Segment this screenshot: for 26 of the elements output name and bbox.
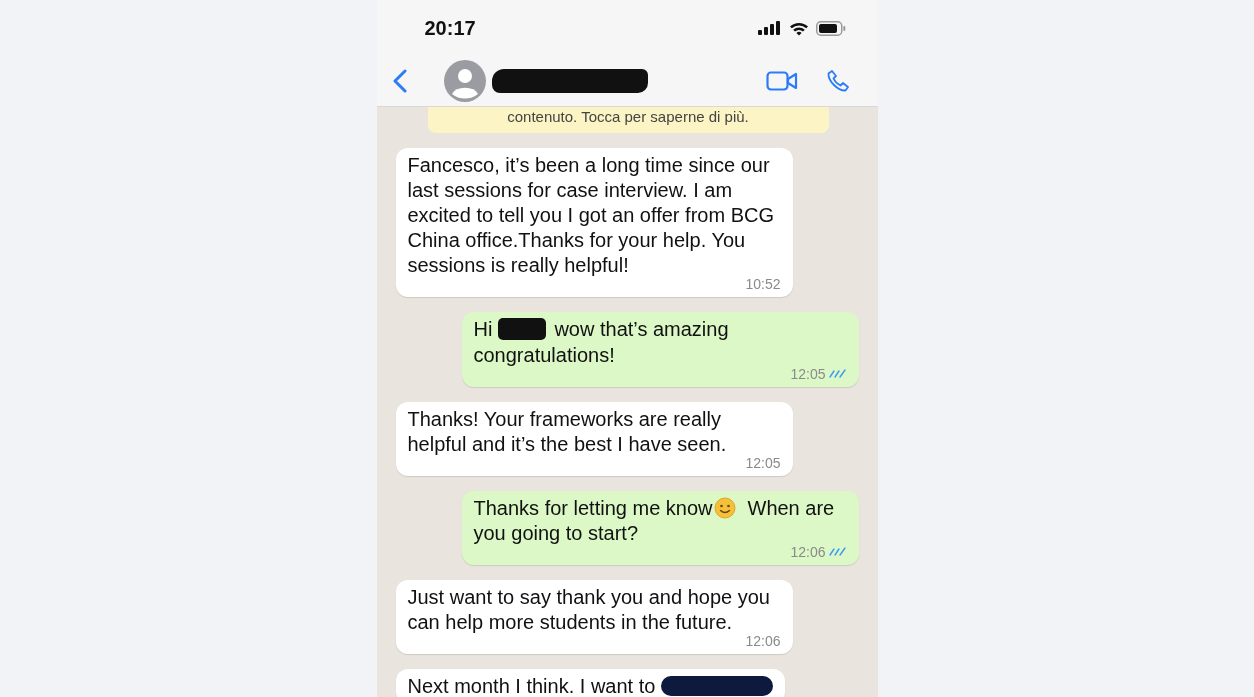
signal-icon — [757, 21, 782, 35]
message-text: congratulations! — [473, 343, 615, 369]
message-text: When are — [747, 496, 835, 522]
message-time: 10:52 — [745, 276, 781, 292]
smiley-icon — [713, 497, 736, 520]
message-time: 12:05 — [745, 455, 781, 472]
message-text: Fancesco, it’s been a long time since our last sessions for case interview. I am excited to tell you I got an offer from BCG China office.Thanks for your help. You sessions is really helpful! — [407, 153, 775, 278]
message-text: Just want to say thank you and hope you can help more students in the future. — [407, 585, 771, 636]
message-text: Thanks! Your frameworks are really helpful and it’s the best I have seen. — [407, 407, 728, 458]
message-text: you going to start? — [473, 521, 639, 547]
message-text: Thanks for letting me know — [473, 496, 713, 522]
battery-icon — [815, 20, 846, 36]
message-time: 12:06 — [745, 633, 781, 650]
avatar-icon[interactable] — [443, 60, 486, 102]
video-call-icon[interactable] — [765, 71, 798, 91]
phone-call-icon[interactable] — [825, 69, 850, 93]
back-icon[interactable] — [392, 69, 407, 93]
status-time: 20:17 — [424, 16, 476, 40]
message-time: 12:06 — [790, 544, 826, 561]
redaction-mark — [498, 318, 547, 341]
security-notice[interactable]: contenuto. Tocca per saperne di più. — [427, 107, 829, 133]
message-text: Next month I think. I want to — [407, 674, 656, 697]
wifi-icon — [788, 20, 809, 36]
message-text: Hi — [473, 317, 493, 342]
message-text: wow that’s amazing — [554, 317, 729, 342]
message-time: 12:05 — [790, 366, 826, 383]
